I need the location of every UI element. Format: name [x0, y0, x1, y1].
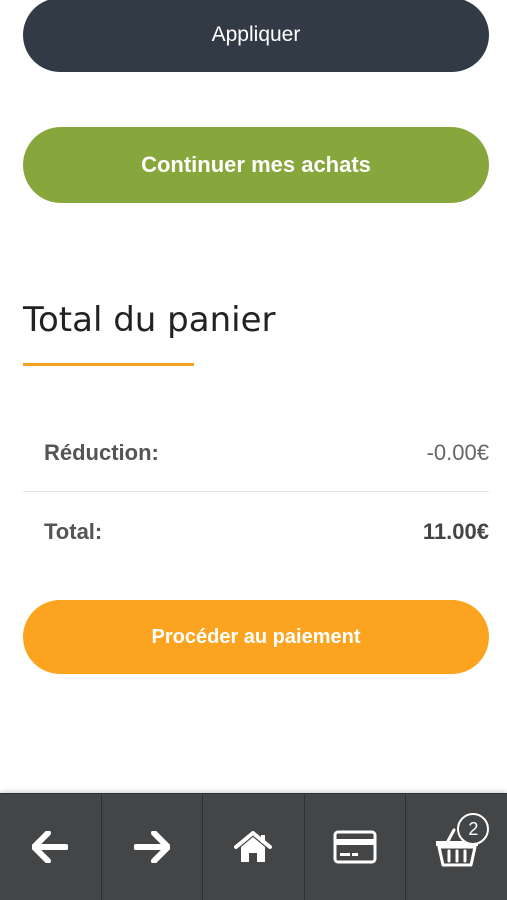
nav-back[interactable]	[0, 794, 102, 900]
totals-divider	[23, 491, 489, 492]
continue-shopping-button[interactable]: Continuer mes achats	[23, 127, 489, 203]
total-value: 11.00€	[422, 519, 489, 544]
total-row: Total: 11.00€	[23, 512, 489, 552]
arrow-left-icon	[32, 831, 69, 863]
arrow-right-icon	[133, 831, 170, 863]
discount-label: Réduction:	[44, 440, 159, 465]
nav-cart[interactable]: 2	[406, 794, 507, 900]
cart-count-badge: 2	[457, 813, 490, 845]
discount-value: -0.00€	[426, 440, 489, 465]
discount-row: Réduction: -0.00€	[23, 433, 489, 473]
cart-totals-title: Total du panier	[23, 300, 276, 340]
total-label: Total:	[44, 519, 103, 544]
nav-payment[interactable]	[305, 794, 407, 900]
nav-forward[interactable]	[102, 794, 204, 900]
title-underline	[23, 363, 194, 366]
checkout-button[interactable]: Procéder au paiement	[23, 600, 489, 674]
credit-card-icon	[333, 830, 377, 864]
home-icon	[234, 831, 273, 862]
bottom-navigation: 2	[0, 793, 507, 900]
nav-home[interactable]	[203, 794, 305, 900]
apply-coupon-button[interactable]: Appliquer	[23, 0, 489, 72]
